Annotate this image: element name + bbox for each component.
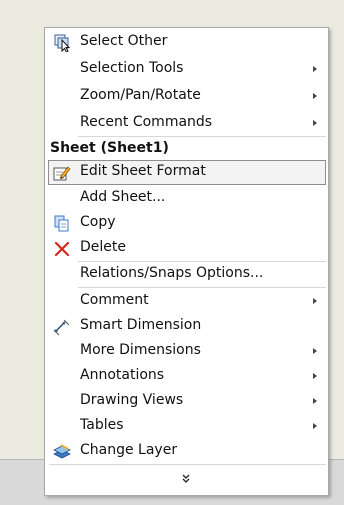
submenu-arrow-icon — [313, 423, 317, 429]
menu-item-add-sheet[interactable]: Add Sheet... — [48, 186, 326, 211]
menu-item-tables[interactable]: Tables — [48, 414, 326, 439]
menu-item-edit-sheet-format[interactable]: Edit Sheet Format — [48, 160, 326, 185]
select-other-icon — [53, 34, 71, 53]
menu-item-select-other[interactable]: Select Other — [48, 30, 326, 55]
menu-item-label: Comment — [80, 292, 149, 308]
submenu-arrow-icon — [313, 348, 317, 354]
menu-item-drawing-views[interactable]: Drawing Views — [48, 389, 326, 414]
smart-dimension-icon — [53, 318, 71, 336]
menu-item-label: Selection Tools — [80, 60, 184, 76]
submenu-arrow-icon — [313, 298, 317, 304]
change-layer-icon — [53, 443, 71, 461]
menu-item-more-dimensions[interactable]: More Dimensions — [48, 339, 326, 364]
menu-item-change-layer[interactable]: Change Layer — [48, 439, 326, 464]
copy-icon — [53, 215, 71, 233]
menu-item-label: More Dimensions — [80, 342, 201, 358]
delete-icon — [53, 240, 71, 258]
menu-item-smart-dimension[interactable]: Smart Dimension — [48, 314, 326, 339]
context-menu: Select Other Selection Tools Zoom/Pan/Ro… — [44, 27, 329, 496]
menu-item-label: Select Other — [80, 33, 168, 49]
submenu-arrow-icon — [313, 93, 317, 99]
submenu-arrow-icon — [313, 120, 317, 126]
menu-separator — [78, 287, 326, 288]
menu-item-zoom-pan-rotate[interactable]: Zoom/Pan/Rotate — [48, 84, 326, 109]
menu-separator — [78, 136, 326, 137]
menu-item-label: Relations/Snaps Options... — [80, 265, 264, 281]
double-chevron-down-icon — [182, 474, 190, 483]
expand-menu-button[interactable] — [48, 466, 326, 492]
menu-item-copy[interactable]: Copy — [48, 211, 326, 236]
menu-item-label: Change Layer — [80, 442, 178, 458]
menu-item-recent-commands[interactable]: Recent Commands — [48, 111, 326, 136]
menu-item-label: Edit Sheet Format — [80, 163, 206, 179]
menu-item-comment[interactable]: Comment — [48, 289, 326, 314]
menu-item-label: Recent Commands — [80, 114, 213, 130]
submenu-arrow-icon — [313, 398, 317, 404]
submenu-arrow-icon — [313, 66, 317, 72]
menu-item-label: Zoom/Pan/Rotate — [80, 87, 201, 103]
menu-item-relations-snaps-options[interactable]: Relations/Snaps Options... — [48, 262, 326, 287]
menu-item-selection-tools[interactable]: Selection Tools — [48, 57, 326, 82]
menu-item-label: Drawing Views — [80, 392, 184, 408]
section-heading-sheet: Sheet (Sheet1) — [50, 140, 169, 156]
menu-item-label: Copy — [80, 214, 116, 230]
menu-separator — [49, 464, 326, 465]
menu-item-label: Add Sheet... — [80, 189, 166, 205]
menu-item-label: Delete — [80, 239, 126, 255]
menu-item-label: Annotations — [80, 367, 165, 383]
edit-sheet-format-icon — [53, 164, 71, 182]
submenu-arrow-icon — [313, 373, 317, 379]
menu-item-label: Tables — [80, 417, 124, 433]
menu-item-label: Smart Dimension — [80, 317, 202, 333]
menu-item-delete[interactable]: Delete — [48, 236, 326, 261]
menu-item-annotations[interactable]: Annotations — [48, 364, 326, 389]
